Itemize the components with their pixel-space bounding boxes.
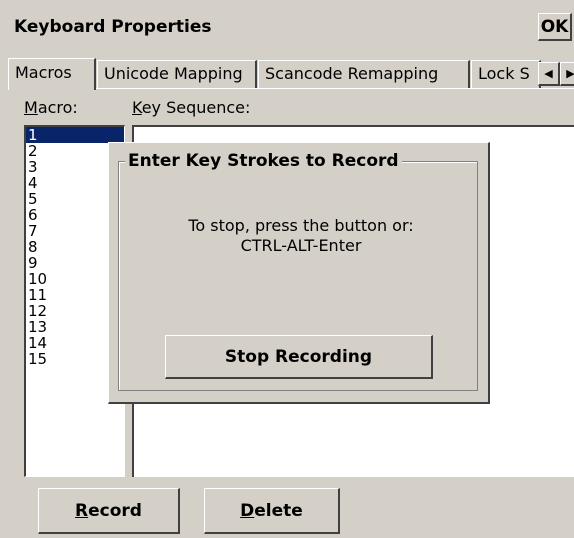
dialog-message-line2: CTRL-ALT-Enter — [240, 236, 362, 255]
macro-label: Macro: — [24, 98, 78, 117]
tab-unicode-mapping[interactable]: Unicode Mapping — [97, 60, 257, 88]
keyboard-properties-window: Keyboard Properties OK × Macros Unicode … — [0, 0, 574, 538]
ok-button[interactable]: OK — [538, 13, 572, 41]
tab-scroll-arrows: ◀ ▶ — [538, 62, 574, 86]
tab-scancode-remapping[interactable]: Scancode Remapping — [258, 60, 470, 88]
tab-lock[interactable]: Lock S — [471, 60, 541, 88]
dialog-message-line1: To stop, press the button or: — [188, 216, 414, 235]
tab-strip: Macros Unicode Mapping Scancode Remappin… — [8, 58, 574, 90]
dialog-title: Enter Key Strokes to Record — [125, 151, 402, 171]
tab-scroll-left-icon[interactable]: ◀ — [538, 62, 560, 86]
macro-list-item[interactable]: 1 — [26, 127, 124, 143]
title-bar: Keyboard Properties OK × — [8, 10, 574, 46]
tab-scroll-right-icon[interactable]: ▶ — [560, 62, 574, 86]
record-dialog: To stop, press the button or: CTRL-ALT-E… — [108, 142, 490, 404]
record-button[interactable]: Record — [38, 488, 180, 534]
tab-macros[interactable]: Macros — [8, 58, 96, 90]
window-title: Keyboard Properties — [14, 17, 212, 37]
key-sequence-label: Key Sequence: — [132, 98, 251, 117]
delete-button[interactable]: Delete — [204, 488, 340, 534]
stop-recording-button[interactable]: Stop Recording — [165, 335, 433, 379]
